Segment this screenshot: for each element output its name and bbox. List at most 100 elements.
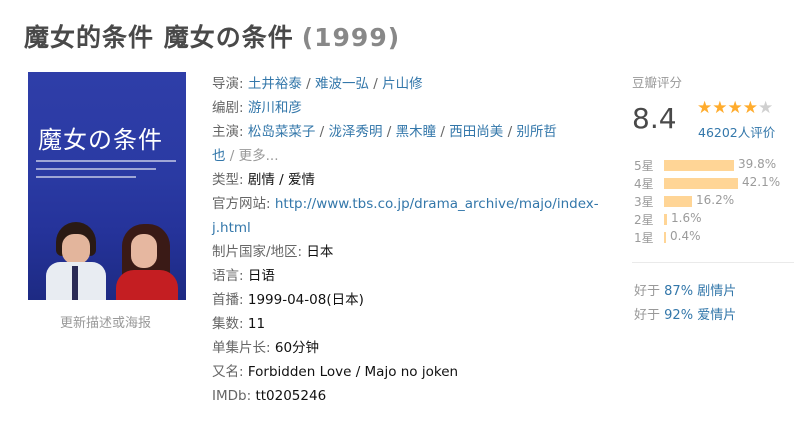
poster-image[interactable]: 魔女の条件 — [28, 72, 186, 300]
site-row: 官方网站: http://www.tbs.co.jp/drama_archive… — [212, 192, 610, 216]
premiere-value: 1999-04-08(日本) — [247, 292, 364, 308]
rating-bar-row: 5星 39.8% — [634, 156, 794, 174]
aka-row: 又名: Forbidden Love / Majo no joken — [212, 360, 610, 384]
rating-bar-label: 5星 — [634, 159, 654, 173]
episodes-row: 集数: 11 — [212, 312, 610, 336]
star-full-icon: ★ — [697, 98, 713, 118]
poster-text-line — [36, 176, 136, 178]
rating-bar-label: 1星 — [634, 231, 654, 245]
poster-figure — [72, 266, 78, 300]
divider — [632, 262, 794, 263]
better-than-genre-link[interactable]: 爱情片 — [697, 308, 736, 323]
better-than-percent-link[interactable]: 92% — [664, 308, 693, 323]
star-full-icon: ★ — [727, 98, 743, 118]
episodes-value: 11 — [247, 316, 266, 332]
director-link[interactable]: 片山修 — [382, 76, 423, 92]
update-description-link[interactable]: 更新描述或海报 — [60, 312, 151, 331]
language-label: 语言: — [212, 268, 244, 284]
cast-link[interactable]: 别所哲 — [516, 124, 557, 140]
runtime-row: 单集片长: 60分钟 — [212, 336, 610, 360]
rating-panel: 豆瓣评分 8.4 ★★★★★ 46202人评价 — [632, 72, 792, 140]
rating-bar-row: 1星 0.4% — [634, 228, 794, 246]
director-link[interactable]: 难波一弘 — [315, 76, 369, 92]
imdb-row: IMDb: tt0205246 — [212, 384, 610, 408]
cast-row: 主演: 松岛菜菜子 / 泷泽秀明 / 黑木瞳 / 西田尚美 / 别所哲 — [212, 124, 557, 140]
official-site-link-cont[interactable]: j.html — [212, 220, 251, 236]
imdb-label: IMDb: — [212, 388, 252, 404]
writer-label: 编剧: — [212, 100, 244, 116]
runtime-label: 单集片长: — [212, 340, 271, 356]
official-site-link[interactable]: http://www.tbs.co.jp/drama_archive/majo/… — [275, 196, 599, 212]
genre-label: 类型: — [212, 172, 244, 188]
poster-figure — [62, 234, 90, 264]
rating-bar-fill — [664, 178, 738, 189]
rating-bar-percent: 39.8% — [738, 157, 777, 171]
info-panel: 导演: 土井裕泰 / 难波一弘 / 片山修 编剧: 游川和彦 主演: 松岛菜菜子… — [212, 72, 610, 408]
rating-bar-label: 4星 — [634, 177, 654, 191]
rating-score: 8.4 — [632, 102, 677, 135]
star-half-icon: ★ — [758, 98, 774, 118]
rating-label: 豆瓣评分 — [632, 75, 683, 90]
rating-bar-percent: 1.6% — [671, 211, 702, 225]
cast-row-cont: 也 / 更多... — [212, 144, 610, 168]
poster-figure — [131, 234, 157, 268]
country-value: 日本 — [306, 244, 334, 260]
aka-label: 又名: — [212, 364, 244, 380]
better-than-percent-link[interactable]: 87% — [664, 284, 693, 299]
better-than-row: 好于 92% 爱情片 — [634, 308, 737, 323]
rating-bar-percent: 16.2% — [696, 193, 735, 207]
director-row: 导演: 土井裕泰 / 难波一弘 / 片山修 — [212, 76, 423, 92]
cast-link[interactable]: 也 — [212, 148, 226, 164]
cast-label: 主演: — [212, 124, 244, 140]
language-value: 日语 — [247, 268, 275, 284]
rating-distribution: 5星 39.8% 4星 42.1% 3星 16.2% 2星 1.6% 1星 0.… — [634, 156, 794, 246]
rating-bar-fill — [664, 196, 692, 207]
cast-link[interactable]: 泷泽秀明 — [329, 124, 383, 140]
rating-bar-row: 3星 16.2% — [634, 192, 794, 210]
director-label: 导演: — [212, 76, 244, 92]
director-link[interactable]: 土井裕泰 — [248, 76, 302, 92]
star-full-icon: ★ — [712, 98, 728, 118]
genre-row: 类型: 剧情 / 爱情 — [212, 168, 610, 192]
runtime-value: 60分钟 — [274, 340, 320, 356]
better-than-panel: 好于 87% 剧情片 好于 92% 爱情片 — [634, 280, 736, 328]
page-title: 魔女的条件 魔女の条件 (1999) — [24, 18, 400, 54]
cast-link[interactable]: 松岛菜菜子 — [248, 124, 316, 140]
poster-figure — [116, 270, 178, 300]
rating-bar-row: 2星 1.6% — [634, 210, 794, 228]
premiere-label: 首播: — [212, 292, 244, 308]
star-full-icon: ★ — [742, 98, 758, 118]
poster-text-line — [36, 168, 156, 170]
imdb-value: tt0205246 — [255, 388, 327, 404]
cast-more-link[interactable]: / 更多... — [230, 148, 279, 164]
aka-value: Forbidden Love / Majo no joken — [247, 364, 459, 380]
better-than-genre-link[interactable]: 剧情片 — [697, 284, 736, 299]
votes-link[interactable]: 46202人评价 — [698, 122, 775, 141]
title-year: (1999) — [301, 23, 401, 52]
language-row: 语言: 日语 — [212, 264, 610, 288]
writer-row: 编剧: 游川和彦 — [212, 96, 610, 120]
rating-bar-label: 2星 — [634, 213, 654, 227]
rating-bar-percent: 42.1% — [742, 175, 781, 189]
cast-link[interactable]: 西田尚美 — [449, 124, 503, 140]
country-row: 制片国家/地区: 日本 — [212, 240, 610, 264]
rating-bar-fill — [664, 232, 666, 243]
title-main: 魔女的条件 魔女の条件 — [24, 23, 294, 52]
rating-bar-row: 4星 42.1% — [634, 174, 794, 192]
episodes-label: 集数: — [212, 316, 244, 332]
site-row-cont: j.html — [212, 216, 610, 240]
site-label: 官方网站: — [212, 196, 271, 212]
country-label: 制片国家/地区: — [212, 244, 303, 260]
writer-link[interactable]: 游川和彦 — [248, 100, 302, 116]
rating-bar-fill — [664, 160, 734, 171]
poster-text-line — [36, 160, 176, 162]
poster-title-text: 魔女の条件 — [38, 126, 163, 154]
genre-value: 剧情 / 爱情 — [247, 172, 315, 188]
rating-bar-percent: 0.4% — [670, 229, 701, 243]
rating-bar-fill — [664, 214, 667, 225]
better-than-row: 好于 87% 剧情片 — [634, 284, 737, 299]
star-rating-icon: ★★★★★ — [697, 98, 773, 118]
cast-link[interactable]: 黑木瞳 — [396, 124, 437, 140]
rating-bar-label: 3星 — [634, 195, 654, 209]
premiere-row: 首播: 1999-04-08(日本) — [212, 288, 610, 312]
